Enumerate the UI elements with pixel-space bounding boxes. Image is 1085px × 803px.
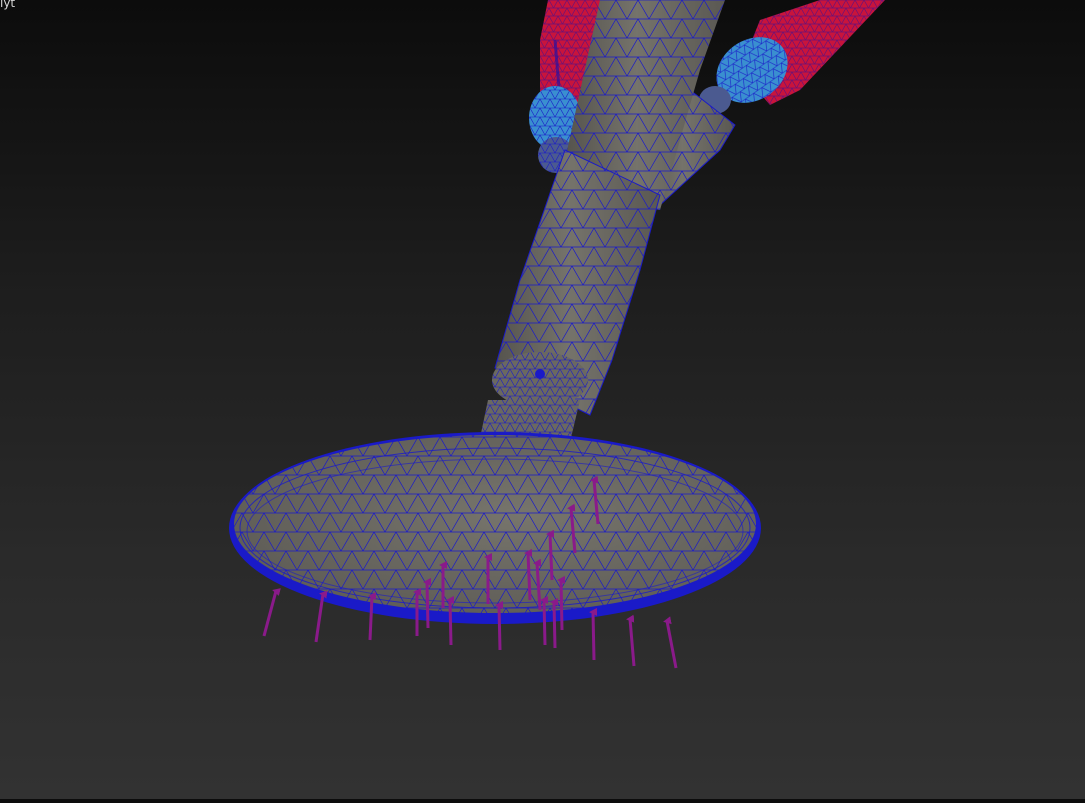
force-arrow [495, 600, 504, 651]
force-arrow [546, 529, 555, 581]
force-arrow [446, 595, 455, 646]
force-arrow [314, 590, 328, 643]
force-arrow [368, 592, 377, 641]
force-arrow [663, 616, 678, 669]
force-arrow [524, 548, 533, 601]
force-arrow [262, 588, 281, 637]
force-arrow [589, 607, 598, 661]
foot-dish[interactable] [229, 432, 761, 624]
3d-viewport[interactable]: lyt [0, 0, 1085, 799]
viewport-label: lyt [0, 0, 16, 10]
force-arrow [550, 597, 559, 649]
force-arrow [423, 577, 432, 629]
force-arrow [626, 614, 636, 667]
force-arrow [557, 575, 566, 631]
scene-canvas[interactable] [0, 0, 1085, 799]
force-arrow [540, 595, 549, 646]
